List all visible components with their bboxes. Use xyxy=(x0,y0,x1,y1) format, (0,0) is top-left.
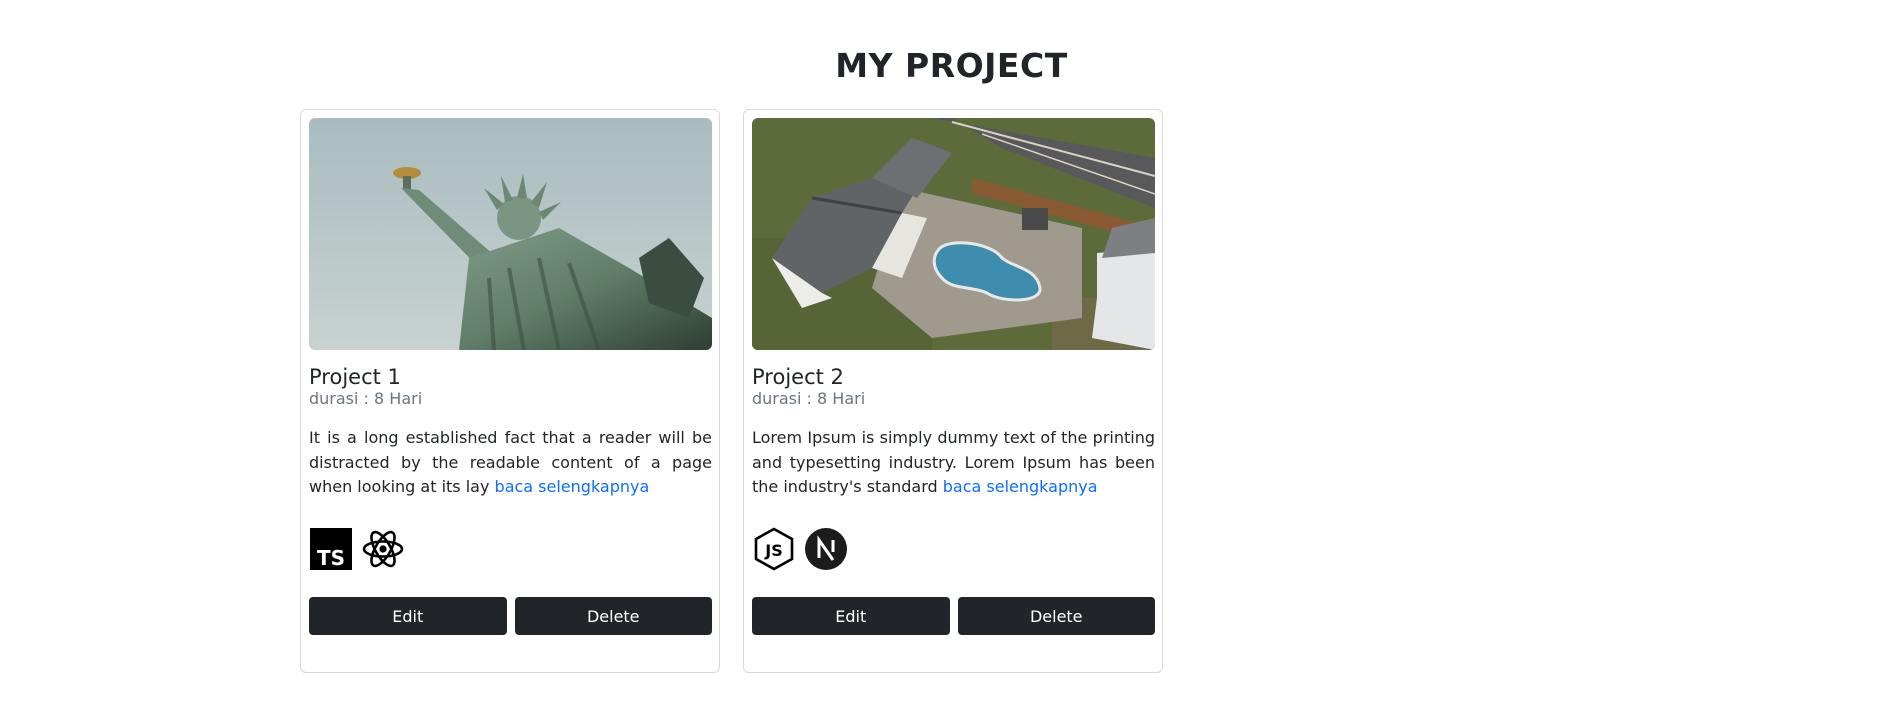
nextjs-icon xyxy=(804,527,848,571)
react-icon xyxy=(361,527,405,571)
tech-icons: JS xyxy=(752,526,848,572)
edit-button[interactable]: Edit xyxy=(752,597,950,635)
project-title: Project 1 xyxy=(309,365,401,389)
delete-button[interactable]: Delete xyxy=(514,597,712,635)
nodejs-icon: JS xyxy=(752,527,796,571)
read-more-link[interactable]: baca selengkapnya xyxy=(495,477,650,496)
svg-text:JS: JS xyxy=(764,541,782,560)
read-more-link[interactable]: baca selengkapnya xyxy=(943,477,1098,496)
project-duration: durasi : 8 Hari xyxy=(309,389,423,408)
page: MY PROJECT Project 1 durasi: 8 Hari It … xyxy=(0,0,1903,707)
project-image xyxy=(752,118,1155,350)
card-actions: Edit Delete xyxy=(309,597,712,635)
project-card: Project 1 durasi : 8 Hari It is a long e… xyxy=(300,109,720,673)
card-actions: Edit Delete xyxy=(752,597,1155,635)
page-title: MY PROJECT xyxy=(835,46,1068,85)
tech-icons: TS xyxy=(309,526,405,572)
project-description: Lorem Ipsum is simply dummy text of the … xyxy=(752,426,1155,500)
project-duration: durasi : 8 Hari xyxy=(752,389,866,408)
project-image xyxy=(309,118,712,350)
edit-button[interactable]: Edit xyxy=(309,597,507,635)
svg-text:TS: TS xyxy=(317,546,345,570)
project-description: It is a long established fact that a rea… xyxy=(309,426,712,500)
typescript-icon: TS xyxy=(309,527,353,571)
project-title: Project 2 xyxy=(752,365,844,389)
delete-button[interactable]: Delete xyxy=(957,597,1155,635)
project-card: Project 2 durasi : 8 Hari Lorem Ipsum is… xyxy=(743,109,1163,673)
